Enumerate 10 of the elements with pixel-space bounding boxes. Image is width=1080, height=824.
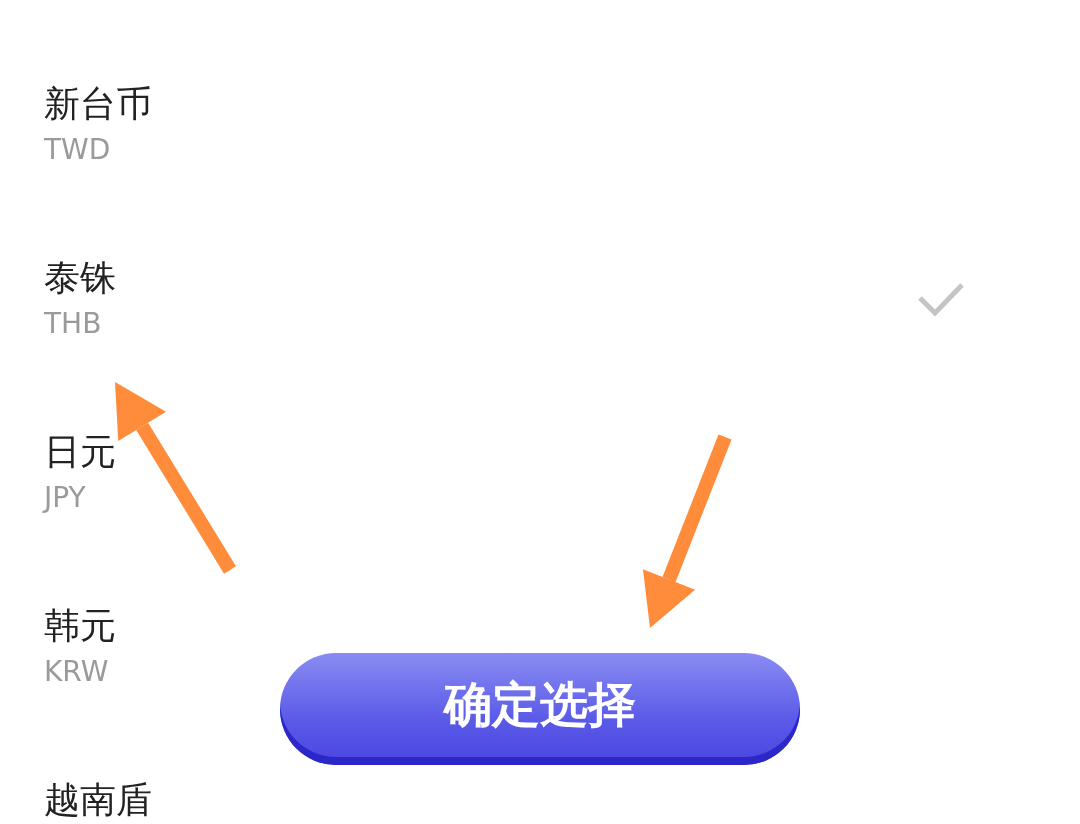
currency-code: JPY	[44, 480, 87, 516]
confirm-button[interactable]: 确定选择	[280, 653, 800, 765]
currency-name: 新台币	[44, 82, 152, 126]
currency-code: THB	[44, 306, 103, 342]
currency-name: 越南盾	[44, 778, 152, 822]
currency-code: TWD	[44, 132, 112, 168]
currency-name: 泰铢	[44, 256, 116, 300]
currency-name: 日元	[44, 430, 116, 474]
currency-name: 韩元	[44, 604, 116, 648]
currency-code: KRW	[44, 654, 110, 690]
